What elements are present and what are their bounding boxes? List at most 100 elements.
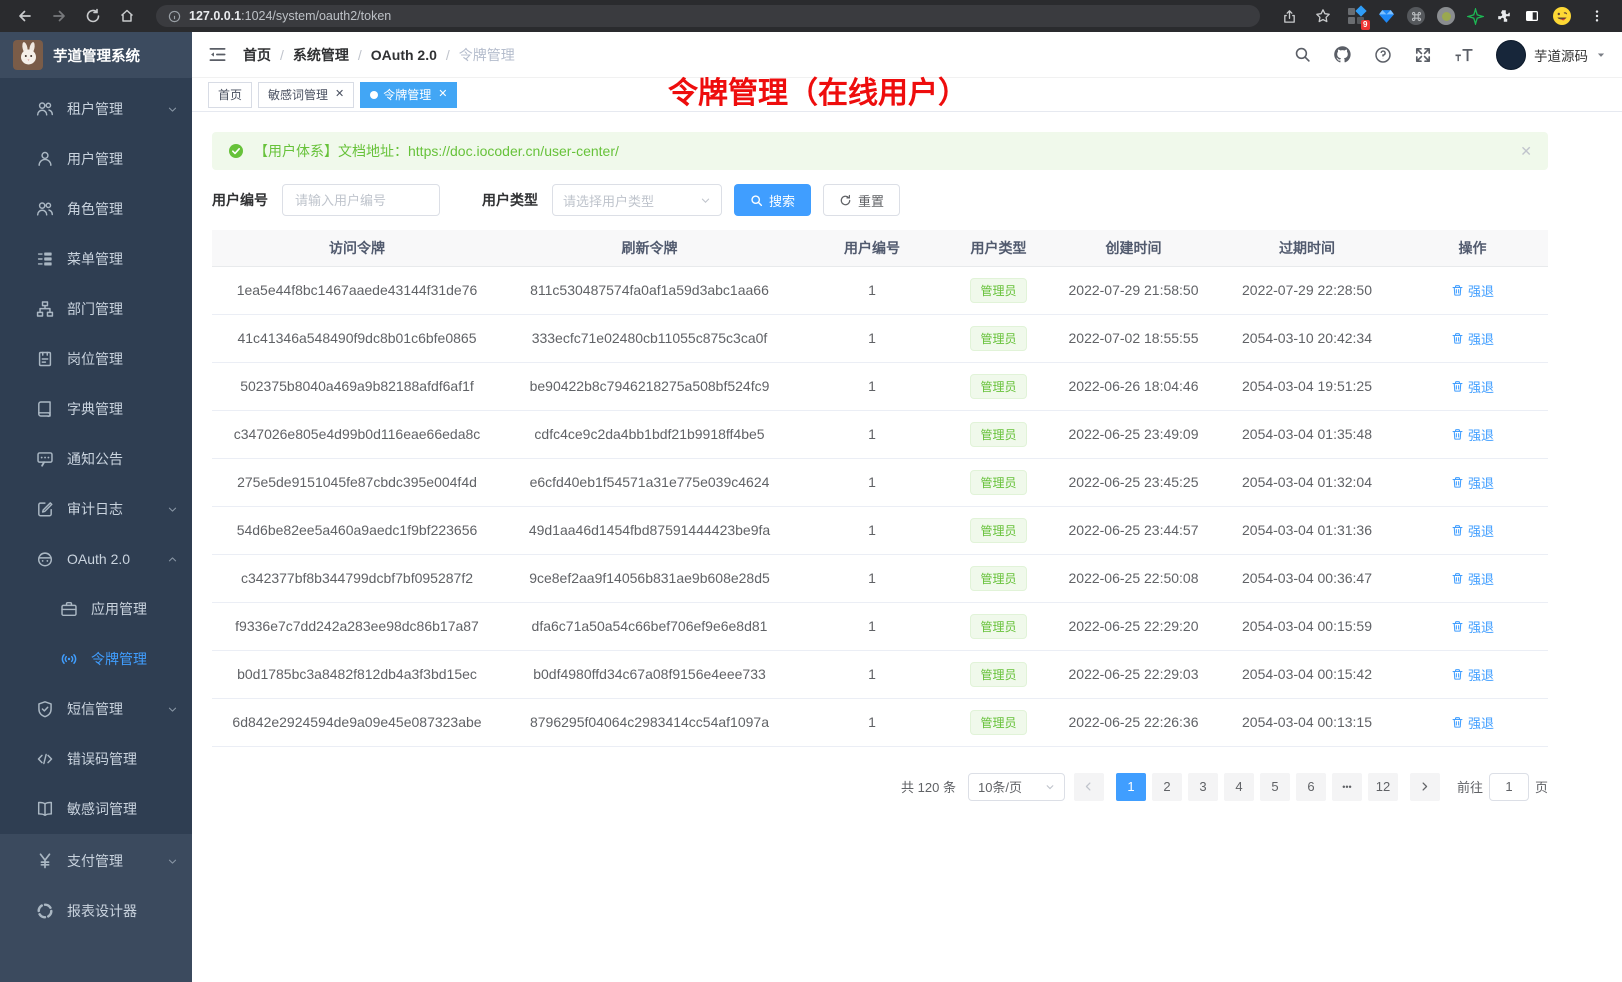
browser-back-icon[interactable] bbox=[12, 3, 38, 29]
chevron-down-icon bbox=[167, 704, 178, 715]
user-type-badge: 管理员 bbox=[970, 566, 1026, 591]
menu-tree-icon bbox=[36, 250, 54, 268]
page-button-2[interactable]: 2 bbox=[1152, 773, 1182, 801]
sidebar-item-错误码管理[interactable]: 错误码管理 bbox=[0, 734, 192, 784]
extensions-puzzle-icon[interactable] bbox=[1496, 8, 1512, 24]
force-logout-button[interactable]: 强退 bbox=[1451, 521, 1494, 540]
tab-label: 敏感词管理 bbox=[268, 86, 328, 103]
doc-link[interactable]: https://doc.iocoder.cn/user-center/ bbox=[408, 143, 619, 159]
bookmark-star-icon[interactable] bbox=[1310, 3, 1336, 29]
logo-bar[interactable]: 芋道管理系统 bbox=[0, 32, 192, 78]
extension-record-icon[interactable] bbox=[1437, 7, 1455, 25]
sidebar-item-令牌管理[interactable]: 令牌管理 bbox=[0, 634, 192, 684]
sidebar-item-label: 敏感词管理 bbox=[67, 799, 178, 819]
create-time-cell: 2022-06-25 22:29:03 bbox=[1050, 650, 1217, 698]
reset-button[interactable]: 重置 bbox=[823, 184, 900, 216]
address-bar[interactable]: 127.0.0.1:1024/system/oauth2/token bbox=[156, 5, 1260, 27]
user-id-input[interactable] bbox=[282, 184, 440, 216]
page-ellipsis[interactable]: ••• bbox=[1332, 773, 1362, 801]
page-content: 【用户体系】文档地址：https://doc.iocoder.cn/user-c… bbox=[212, 112, 1548, 801]
force-logout-button[interactable]: 强退 bbox=[1451, 425, 1494, 444]
page-button-12[interactable]: 12 bbox=[1368, 773, 1398, 801]
sidebar-item-支付管理[interactable]: 支付管理 bbox=[0, 836, 192, 886]
tab-敏感词管理[interactable]: 敏感词管理 ✕ bbox=[258, 82, 354, 108]
sidebar-item-通知公告[interactable]: 通知公告 bbox=[0, 434, 192, 484]
page-button-4[interactable]: 4 bbox=[1224, 773, 1254, 801]
expire-time-cell: 2054-03-10 20:42:34 bbox=[1217, 314, 1397, 362]
user-type-select[interactable]: 请选择用户类型 bbox=[552, 184, 722, 216]
tab-label: 首页 bbox=[218, 86, 242, 103]
prev-page-button[interactable] bbox=[1074, 773, 1104, 801]
sidebar-item-label: 菜单管理 bbox=[67, 249, 178, 269]
force-logout-button[interactable]: 强退 bbox=[1451, 713, 1494, 732]
search-icon[interactable] bbox=[1294, 46, 1311, 63]
sidebar-item-角色管理[interactable]: 角色管理 bbox=[0, 184, 192, 234]
force-logout-button[interactable]: 强退 bbox=[1451, 281, 1494, 300]
goto-page-input[interactable] bbox=[1489, 773, 1529, 801]
breadcrumb-item[interactable]: 首页 bbox=[243, 45, 271, 65]
help-icon[interactable] bbox=[1374, 46, 1392, 64]
action-cell: 强退 bbox=[1397, 602, 1548, 650]
sidebar-item-岗位管理[interactable]: 岗位管理 bbox=[0, 334, 192, 384]
sidebar-item-审计日志[interactable]: 审计日志 bbox=[0, 484, 192, 534]
force-logout-button[interactable]: 强退 bbox=[1451, 569, 1494, 588]
sidebar-item-菜单管理[interactable]: 菜单管理 bbox=[0, 234, 192, 284]
browser-forward-icon[interactable] bbox=[46, 3, 72, 29]
sidebar-item-短信管理[interactable]: 短信管理 bbox=[0, 684, 192, 734]
sidebar-item-租户管理[interactable]: 租户管理 bbox=[0, 84, 192, 134]
extension-gem-icon[interactable] bbox=[1378, 8, 1395, 25]
collapse-sidebar-icon[interactable] bbox=[208, 45, 227, 64]
breadcrumb-item[interactable]: OAuth 2.0 bbox=[371, 47, 437, 63]
sidebar-item-应用管理[interactable]: 应用管理 bbox=[0, 584, 192, 634]
browser-home-icon[interactable] bbox=[114, 3, 140, 29]
sidebar-item-label: 错误码管理 bbox=[67, 749, 178, 769]
next-page-button[interactable] bbox=[1410, 773, 1440, 801]
sidebar-item-label: 部门管理 bbox=[67, 299, 178, 319]
sidebar-item-OAuth 2.0[interactable]: OAuth 2.0 bbox=[0, 534, 192, 584]
column-header-过期时间: 过期时间 bbox=[1217, 230, 1397, 266]
refresh-token-cell: 811c530487574fa0af1a59d3abc1aa66 bbox=[502, 266, 797, 314]
fullscreen-icon[interactable] bbox=[1414, 46, 1432, 64]
sidebar-item-部门管理[interactable]: 部门管理 bbox=[0, 284, 192, 334]
breadcrumb-separator: / bbox=[358, 47, 362, 63]
share-icon[interactable] bbox=[1276, 3, 1302, 29]
tab-令牌管理[interactable]: 令牌管理✕ bbox=[360, 82, 457, 108]
sidebar-item-label: 通知公告 bbox=[67, 449, 178, 469]
page-size-select[interactable]: 10条/页 bbox=[968, 773, 1065, 801]
extension-command-icon[interactable] bbox=[1407, 7, 1425, 25]
browser-reload-icon[interactable] bbox=[80, 3, 106, 29]
access-token-cell: 275e5de9151045fe87cbdc395e004f4d bbox=[212, 458, 502, 506]
browser-menu-kebab-icon[interactable] bbox=[1584, 3, 1610, 29]
sidebar-menu-bottom-section: 支付管理报表设计器 bbox=[0, 834, 192, 982]
split-view-icon[interactable] bbox=[1524, 8, 1540, 24]
breadcrumb-item[interactable]: 系统管理 bbox=[293, 45, 349, 65]
profile-emoji-icon[interactable] bbox=[1552, 6, 1572, 26]
page-button-3[interactable]: 3 bbox=[1188, 773, 1218, 801]
force-logout-button[interactable]: 强退 bbox=[1451, 617, 1494, 636]
page-button-5[interactable]: 5 bbox=[1260, 773, 1290, 801]
sidebar-menu: 租户管理用户管理角色管理菜单管理部门管理岗位管理字典管理通知公告审计日志OAut… bbox=[0, 78, 192, 834]
search-button[interactable]: 搜索 bbox=[734, 184, 811, 216]
tab-close-icon[interactable]: ✕ bbox=[438, 89, 447, 100]
alert-close-icon[interactable]: ✕ bbox=[1520, 143, 1532, 160]
user-menu[interactable]: 芋道源码 bbox=[1496, 40, 1606, 70]
sidebar-item-用户管理[interactable]: 用户管理 bbox=[0, 134, 192, 184]
force-logout-button[interactable]: 强退 bbox=[1451, 665, 1494, 684]
force-logout-button[interactable]: 强退 bbox=[1451, 377, 1494, 396]
site-info-icon[interactable] bbox=[168, 10, 181, 23]
github-icon[interactable] bbox=[1333, 45, 1352, 64]
tab-close-icon[interactable]: ✕ bbox=[335, 89, 344, 100]
page-button-1[interactable]: 1 bbox=[1116, 773, 1146, 801]
font-size-icon[interactable] bbox=[1454, 46, 1474, 64]
extension-grid-icon[interactable]: 9 bbox=[1348, 7, 1366, 25]
sidebar-item-字典管理[interactable]: 字典管理 bbox=[0, 384, 192, 434]
extension-green-star-icon[interactable] bbox=[1467, 8, 1484, 25]
force-logout-button[interactable]: 强退 bbox=[1451, 329, 1494, 348]
sidebar-item-报表设计器[interactable]: 报表设计器 bbox=[0, 886, 192, 936]
user-id-cell: 1 bbox=[797, 458, 947, 506]
sidebar-item-敏感词管理[interactable]: 敏感词管理 bbox=[0, 784, 192, 834]
force-logout-button[interactable]: 强退 bbox=[1451, 473, 1494, 492]
access-token-cell: f9336e7c7dd242a283ee98dc86b17a87 bbox=[212, 602, 502, 650]
tab-首页[interactable]: 首页 bbox=[208, 82, 252, 108]
page-button-6[interactable]: 6 bbox=[1296, 773, 1326, 801]
